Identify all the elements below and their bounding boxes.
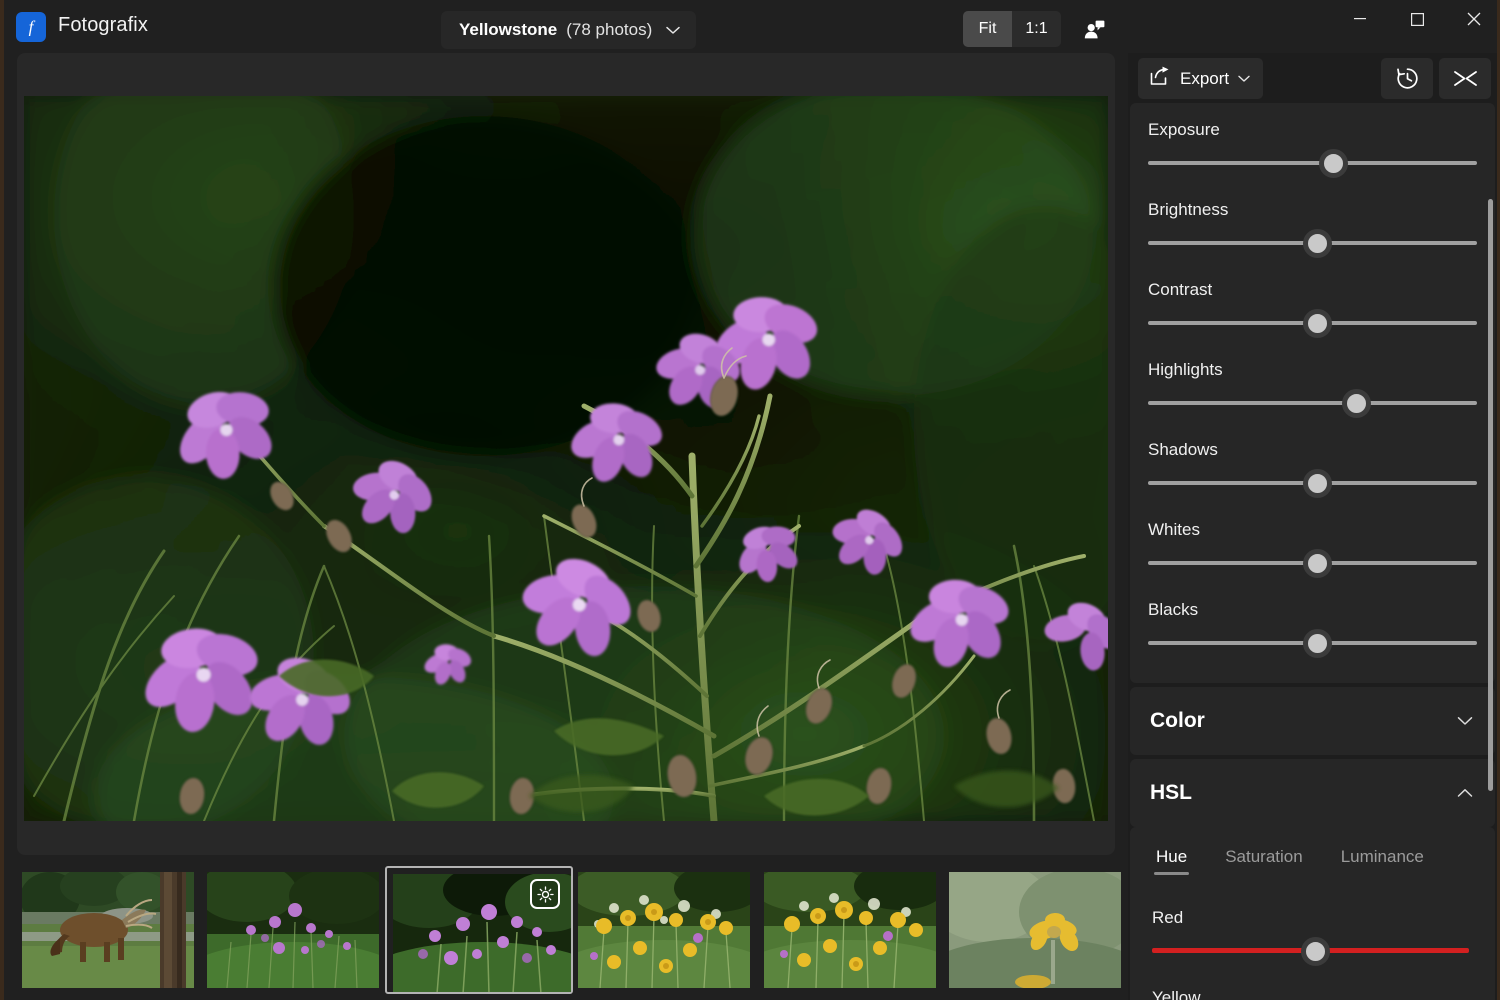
slider-label: Exposure: [1148, 120, 1220, 139]
album-name: Yellowstone: [459, 20, 558, 39]
slider-thumb[interactable]: [1303, 309, 1332, 338]
slider-highlights[interactable]: Highlights: [1130, 343, 1495, 418]
adjustments-panel: Export Exposure Brightness Contrast High…: [1128, 53, 1497, 1000]
app-window: f Fotografix Yellowstone (78 photos) Fit…: [4, 0, 1497, 1000]
zoom-mode-fit[interactable]: Fit: [963, 11, 1012, 47]
svg-text:f: f: [29, 18, 36, 37]
slider-whites[interactable]: Whites: [1130, 503, 1495, 578]
slider-brightness[interactable]: Brightness: [1130, 183, 1495, 258]
chevron-up-icon: [1457, 788, 1473, 798]
close-icon[interactable]: [1451, 0, 1497, 38]
zoom-mode-toggle[interactable]: Fit 1:1: [963, 11, 1061, 47]
yellow-arnica-field-thumbnail: [578, 872, 750, 988]
title-bar: f Fotografix Yellowstone (78 photos) Fit…: [4, 0, 1497, 55]
person-tag-icon[interactable]: [1076, 11, 1112, 47]
slider-label: Shadows: [1148, 440, 1218, 459]
panel-scroll-region[interactable]: Exposure Brightness Contrast Highlights: [1128, 103, 1497, 1000]
list-item[interactable]: [385, 866, 573, 994]
tab-hue[interactable]: Hue: [1154, 839, 1190, 881]
tab-luminance[interactable]: Luminance: [1339, 839, 1426, 881]
tab-saturation[interactable]: Saturation: [1223, 839, 1305, 881]
hsl-section-card: HSL: [1130, 759, 1495, 827]
zoom-mode-one-to-one[interactable]: 1:1: [1012, 11, 1061, 47]
filmstrip[interactable]: [4, 866, 1128, 1000]
slider-label: Brightness: [1148, 200, 1229, 219]
collapse-panel-icon[interactable]: [1439, 58, 1491, 99]
album-photo-count: (78 photos): [566, 20, 653, 39]
slider-label: Whites: [1148, 520, 1200, 539]
panel-scrollbar[interactable]: [1488, 103, 1493, 1000]
list-item[interactable]: [578, 872, 750, 988]
share-export-icon: [1149, 66, 1171, 91]
slider-label: Yellow: [1152, 988, 1201, 1000]
main-photo[interactable]: [24, 96, 1108, 821]
slider-exposure[interactable]: Exposure: [1130, 103, 1495, 178]
list-item[interactable]: [22, 872, 194, 988]
list-item[interactable]: [207, 872, 379, 988]
italic-f-logo-icon: f: [16, 12, 46, 42]
slider-track[interactable]: [1148, 401, 1477, 405]
maximize-icon[interactable]: [1394, 0, 1440, 38]
export-button-label: Export: [1180, 68, 1230, 88]
list-item[interactable]: [949, 872, 1121, 988]
yellow-arnica-field-two-thumbnail: [764, 872, 936, 988]
app-title: Fotografix: [58, 14, 148, 36]
slider-label: Red: [1152, 908, 1184, 927]
slider-thumb[interactable]: [1301, 937, 1330, 966]
slider-thumb[interactable]: [1342, 389, 1372, 418]
hsl-body: Hue Saturation Luminance Red Yellow: [1130, 827, 1495, 1000]
slider-blacks[interactable]: Blacks: [1130, 583, 1495, 683]
slider-label: Highlights: [1148, 360, 1223, 379]
list-item[interactable]: [764, 872, 936, 988]
slider-thumb[interactable]: [1303, 229, 1332, 258]
chevron-down-icon: [1238, 70, 1250, 88]
slider-track[interactable]: [1148, 161, 1477, 165]
purple-wildflowers-wide-thumbnail: [207, 872, 379, 988]
hsl-tabs[interactable]: Hue Saturation Luminance: [1130, 839, 1495, 881]
slider-contrast[interactable]: Contrast: [1130, 263, 1495, 338]
slider-thumb[interactable]: [1303, 549, 1332, 578]
slider-thumb[interactable]: [1303, 629, 1332, 658]
light-adjustments-card: Exposure Brightness Contrast Highlights: [1130, 103, 1495, 683]
section-title: Color: [1150, 709, 1205, 732]
section-header-color[interactable]: Color: [1130, 687, 1495, 755]
export-button[interactable]: Export: [1138, 58, 1264, 99]
slider-label: Contrast: [1148, 280, 1213, 299]
slider-label: Blacks: [1148, 600, 1199, 619]
slider-shadows[interactable]: Shadows: [1130, 423, 1495, 498]
scrollbar-thumb[interactable]: [1488, 199, 1493, 791]
section-header-hsl[interactable]: HSL: [1130, 759, 1495, 827]
section-title: HSL: [1150, 781, 1192, 804]
photo-viewer: [17, 53, 1115, 855]
album-selector[interactable]: Yellowstone (78 photos): [441, 11, 697, 49]
slider-hsl-yellow[interactable]: Yellow: [1130, 971, 1495, 1000]
elk-grazing-thumbnail: [22, 872, 194, 988]
slider-hsl-red[interactable]: Red: [1130, 891, 1495, 966]
chevron-down-icon: [666, 26, 680, 35]
color-section-card: Color: [1130, 687, 1495, 755]
panel-toolbar: Export: [1128, 53, 1497, 103]
slider-thumb[interactable]: [1319, 149, 1349, 178]
minimize-icon[interactable]: [1337, 0, 1383, 38]
slider-thumb[interactable]: [1303, 469, 1332, 498]
chevron-down-icon: [1457, 716, 1473, 726]
brightness-sun-icon: [530, 879, 560, 909]
single-yellow-flower-thumbnail: [949, 872, 1121, 988]
history-clock-icon[interactable]: [1381, 58, 1433, 99]
